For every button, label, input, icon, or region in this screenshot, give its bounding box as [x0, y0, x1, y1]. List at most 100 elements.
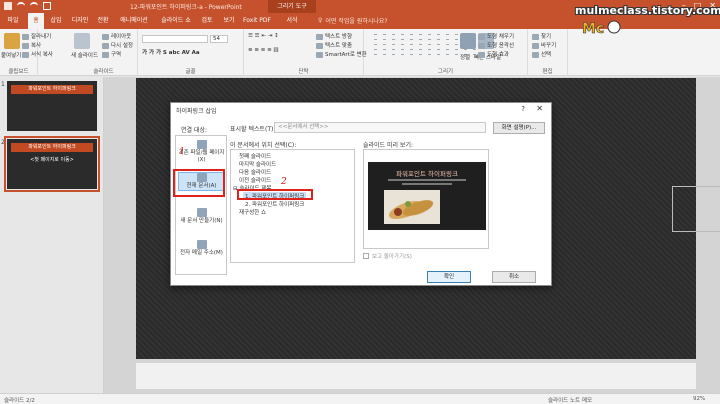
mc-logo: Mc — [582, 20, 621, 37]
select-button[interactable]: 선택 — [532, 50, 551, 58]
find-button[interactable]: 찾기 — [532, 32, 551, 40]
copy-button[interactable]: 복사 — [22, 41, 41, 49]
align-buttons[interactable]: ≡ ≡ ≡ ≡ ▥ — [248, 47, 279, 53]
list-buttons[interactable]: ☰ ☰ ⇤ ⇥ ↕ — [248, 33, 279, 39]
save-icon[interactable] — [4, 2, 12, 10]
tab-review[interactable]: 검토 — [198, 13, 216, 29]
tree-item[interactable]: 재구성한 쇼 — [239, 208, 266, 216]
email-icon — [196, 240, 207, 249]
display-text-label: 표시할 텍스트(T): — [230, 126, 276, 133]
font-format-buttons[interactable]: 가 가 가 S abc AV Aa — [142, 48, 200, 56]
drawing-tools-context: 그리기 도구 — [268, 0, 316, 13]
link-email-address[interactable]: 전자 메일 주소(M) — [178, 240, 225, 257]
new-slide-button[interactable]: 새 슬라이드 — [71, 51, 98, 59]
group-shape-format: 도형 채우기 도형 윤곽선 도형 효과 — [470, 29, 528, 76]
comments-toggle[interactable]: 메모 — [582, 396, 592, 404]
outline-icon — [478, 42, 485, 49]
preview-title: 파워포인트 하이퍼링크 — [396, 170, 458, 178]
tree-item[interactable]: 마지막 슬라이드 — [239, 160, 276, 168]
lightbulb-icon: ♀ — [318, 17, 323, 24]
thumb-title: 파워포인트 하이퍼링크 — [11, 143, 93, 152]
tab-format[interactable]: 서식 — [282, 13, 302, 29]
tree-item[interactable]: 2. 파워포인트 하이퍼링크 — [245, 200, 304, 208]
status-bar: 슬라이드 2/2 슬라이드 노트 메모 92% — [0, 393, 720, 404]
link-existing-file[interactable]: 기존 파일/웹 페이지(X) — [178, 140, 225, 164]
undo-icon[interactable] — [17, 2, 25, 10]
text-direction-icon — [316, 33, 323, 40]
reset-icon — [102, 42, 109, 49]
step1-annotation: 1 — [179, 147, 185, 157]
search-icon — [532, 33, 539, 40]
close-icon[interactable]: ✕ — [536, 104, 543, 113]
show-and-return-checkbox[interactable]: 보고 돌아가기(S) — [363, 252, 412, 260]
shape-fill-button[interactable]: 도형 채우기 — [478, 32, 514, 40]
thumb-subtitle: <첫 페이지로 이동> — [30, 157, 74, 163]
group-clipboard: 붙여넣기 잘라내기 복사 서식 복사 클립보드 — [0, 29, 53, 76]
cancel-button[interactable]: 취소 — [492, 271, 536, 283]
notes-pane[interactable] — [136, 363, 696, 389]
help-icon[interactable]: ? — [521, 105, 525, 113]
tab-design[interactable]: 디자인 — [68, 13, 92, 29]
zoom-level[interactable]: 92% — [693, 396, 705, 402]
preview-text-line — [402, 183, 452, 185]
window-title: 12-파워포인트 하이퍼링크-a - PowerPoint — [130, 4, 242, 11]
new-slide-icon[interactable] — [74, 33, 90, 49]
selected-shape[interactable] — [672, 186, 720, 232]
screentip-button[interactable]: 화면 설명(P)... — [493, 122, 545, 134]
tab-home[interactable]: 홈 — [28, 13, 44, 29]
tab-transitions[interactable]: 전환 — [94, 13, 112, 29]
font-size-box[interactable]: 54 — [210, 35, 228, 43]
paste-icon[interactable] — [4, 33, 20, 49]
replace-button[interactable]: 바꾸기 — [532, 41, 556, 49]
tab-slideshow[interactable]: 슬라이드 쇼 — [156, 13, 196, 29]
document-place-tree[interactable]: 첫째 슬라이드 마지막 슬라이드 다음 슬라이드 이전 슬라이드 ⊟ 슬라이드 … — [230, 149, 355, 263]
smartart-icon — [316, 51, 323, 58]
group-label: 단락 — [298, 69, 309, 75]
align-text-button[interactable]: 텍스트 맞춤 — [316, 41, 352, 49]
slideshow-icon[interactable] — [43, 2, 51, 10]
link-to-label: 연결 대상: — [181, 127, 208, 134]
tree-item[interactable]: 다음 슬라이드 — [239, 168, 271, 176]
text-direction-button[interactable]: 텍스트 방향 — [316, 32, 352, 40]
slide-thumbnail[interactable]: 파워포인트 하이퍼링크 — [7, 81, 97, 131]
arrange-button[interactable]: 정렬 — [460, 53, 470, 61]
select-icon — [532, 51, 539, 58]
highlight-step2-box — [237, 189, 313, 200]
section-button[interactable]: 구역 — [102, 50, 121, 58]
reset-button[interactable]: 다시 설정 — [102, 41, 133, 49]
preview-slide-image: 파워포인트 하이퍼링크 — [368, 162, 486, 230]
shape-effects-button[interactable]: 도형 효과 — [478, 50, 509, 58]
tree-item[interactable]: 이전 슬라이드 — [239, 176, 271, 184]
tell-me-box[interactable]: ♀ 어떤 작업을 원하시나요? — [318, 16, 388, 25]
tab-foxit[interactable]: Foxit PDF — [242, 13, 272, 29]
display-text-input[interactable]: <<문서에서 선택>> — [274, 122, 486, 133]
group-label: 글꼴 — [185, 69, 196, 75]
cut-button[interactable]: 잘라내기 — [22, 32, 51, 40]
checkbox-box[interactable] — [363, 253, 369, 259]
link-new-document[interactable]: 새 문서 만들기(N) — [178, 208, 225, 225]
redo-icon[interactable] — [30, 2, 38, 10]
tab-insert[interactable]: 삽입 — [46, 13, 66, 29]
notes-toggle[interactable]: 슬라이드 노트 — [548, 396, 580, 404]
slide-counter: 슬라이드 2/2 — [4, 398, 35, 404]
globe-file-icon — [196, 140, 207, 149]
shape-outline-button[interactable]: 도형 윤곽선 — [478, 41, 514, 49]
tree-item[interactable]: 첫째 슬라이드 — [239, 152, 271, 160]
tab-animations[interactable]: 애니메이션 — [116, 13, 152, 29]
format-painter-button[interactable]: 서식 복사 — [22, 50, 53, 58]
ok-button[interactable]: 확인 — [427, 271, 471, 283]
tab-view[interactable]: 보기 — [220, 13, 238, 29]
slide-preview: 파워포인트 하이퍼링크 — [363, 149, 489, 249]
svg-text:Mc: Mc — [582, 21, 604, 37]
group-font: 54 가 가 가 S abc AV Aa 글꼴 — [138, 29, 244, 76]
group-slides: 새 슬라이드 레이아웃 다시 설정 구역 슬라이드 — [70, 29, 138, 76]
layout-button[interactable]: 레이아웃 — [102, 32, 131, 40]
paste-button[interactable]: 붙여넣기 — [1, 51, 21, 59]
smartart-button[interactable]: SmartArt로 변환 — [316, 50, 367, 58]
group-label: 슬라이드 — [93, 69, 114, 75]
slide-thumbnail-selected[interactable]: 파워포인트 하이퍼링크 <첫 페이지로 이동> — [4, 136, 100, 192]
tab-file[interactable]: 파일 — [4, 13, 22, 29]
group-label: 클립보드 — [8, 69, 29, 75]
slide-number: 2 — [1, 139, 5, 146]
font-name-box[interactable] — [142, 35, 208, 43]
